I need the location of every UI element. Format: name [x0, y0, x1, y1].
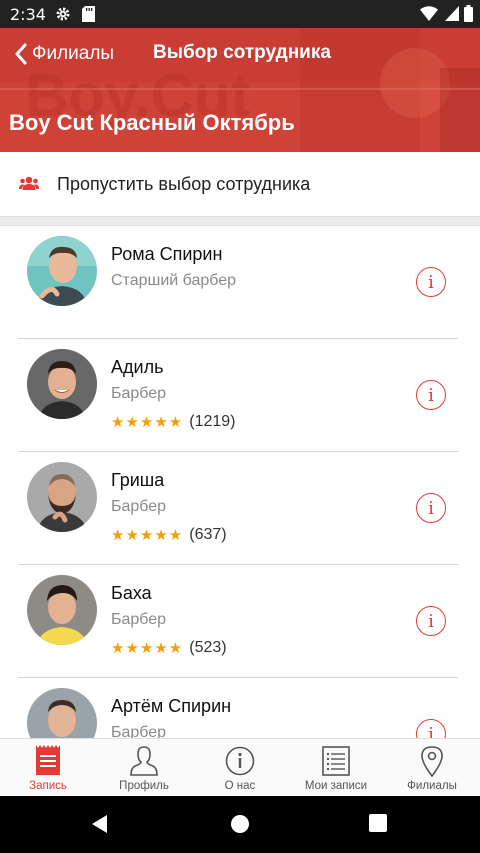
tab-branches[interactable]: Филиалы: [384, 739, 480, 797]
staff-role: Барбер: [111, 498, 167, 515]
branch-title: Boy Cut Красный Октябрь: [9, 110, 295, 135]
review-count: (1219): [189, 413, 236, 430]
info-icon[interactable]: i: [416, 606, 446, 636]
back-button[interactable]: Филиалы: [14, 40, 114, 68]
avatar: [27, 575, 97, 645]
staff-row[interactable]: Адиль Барбер ★★★★★ (1219) i: [0, 339, 480, 452]
screen-title: Выбор сотрудника: [153, 42, 331, 63]
skip-staff-selection-button[interactable]: Пропустить выбор сотрудника: [0, 152, 480, 216]
tab-label: О нас: [224, 780, 256, 792]
staff-name: Адиль: [111, 357, 164, 377]
staff-role: Барбер: [111, 611, 167, 628]
staff-role: Барбер: [111, 385, 167, 402]
info-icon[interactable]: i: [416, 493, 446, 523]
rating-stars: ★★★★★: [111, 639, 184, 657]
staff-row[interactable]: Баха Барбер ★★★★★ (523) i: [0, 565, 480, 678]
tab-label: Мои записи: [304, 780, 368, 792]
rating-stars: ★★★★★: [111, 413, 184, 431]
tab-label: Филиалы: [407, 780, 457, 792]
staff-name: Баха: [111, 583, 152, 603]
home-circle-icon[interactable]: [230, 814, 250, 834]
back-label: Филиалы: [32, 43, 115, 64]
tab-label: Запись: [29, 780, 67, 792]
review-count: (637): [189, 526, 227, 543]
tab-profile[interactable]: Профиль: [96, 739, 192, 797]
rating-stars: ★★★★★: [111, 526, 184, 544]
status-time: 2:34: [10, 5, 46, 24]
staff-rating: ★★★★★ (637): [111, 526, 227, 544]
group-icon: [19, 176, 39, 190]
skip-label: Пропустить выбор сотрудника: [57, 174, 311, 194]
info-icon: [225, 746, 255, 776]
tab-my-bookings[interactable]: Мои записи: [288, 739, 384, 797]
staff-rating: ★★★★★ (1219): [111, 413, 236, 431]
profile-icon: [130, 746, 158, 776]
bottom-tab-bar: Запись Профиль О нас Мои записи Филиалы: [0, 738, 480, 796]
staff-row[interactable]: Рома Спирин Старший барбер i: [0, 226, 480, 339]
section-separator: [0, 216, 480, 226]
branch-header: Boy.Cut Филиалы Выбор сотрудника Boy Cut…: [0, 28, 480, 152]
chevron-left-icon: [15, 43, 27, 65]
info-icon[interactable]: i: [416, 719, 446, 738]
review-count: (523): [189, 639, 227, 656]
staff-row[interactable]: Гриша Барбер ★★★★★ (637) i: [0, 452, 480, 565]
location-pin-icon: [421, 746, 443, 777]
tab-about[interactable]: О нас: [192, 739, 288, 797]
staff-rating: ★★★★★ (523): [111, 639, 227, 657]
info-icon[interactable]: i: [416, 267, 446, 297]
avatar: [27, 688, 97, 738]
staff-name: Рома Спирин: [111, 244, 223, 264]
staff-role: Старший барбер: [111, 272, 237, 289]
tab-label: Профиль: [119, 780, 169, 792]
staff-name: Гриша: [111, 470, 165, 490]
status-bar: 2:34: [0, 0, 480, 28]
cell-signal-icon: [445, 6, 459, 21]
system-nav-bar: [0, 796, 480, 853]
staff-row[interactable]: Артём Спирин Барбер i: [0, 678, 480, 738]
wifi-icon: [420, 6, 438, 21]
battery-icon: [464, 5, 473, 22]
avatar: [27, 236, 97, 306]
booking-icon: [36, 745, 60, 775]
back-triangle-icon[interactable]: [90, 814, 110, 834]
recents-square-icon[interactable]: [369, 814, 387, 832]
staff-name: Артём Спирин: [111, 696, 232, 716]
staff-list[interactable]: Рома Спирин Старший барбер i Адиль Барбе…: [0, 226, 480, 738]
staff-role: Барбер: [111, 724, 167, 738]
avatar: [27, 462, 97, 532]
settings-gear-icon: [56, 7, 70, 21]
sd-card-icon: [82, 6, 95, 22]
tab-booking[interactable]: Запись: [0, 739, 96, 797]
list-icon: [322, 746, 350, 776]
avatar: [27, 349, 97, 419]
info-icon[interactable]: i: [416, 380, 446, 410]
